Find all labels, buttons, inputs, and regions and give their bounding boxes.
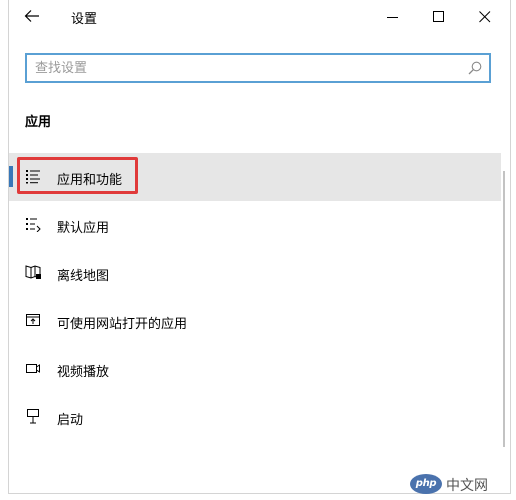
offline-maps-icon <box>25 265 41 279</box>
settings-nav-list: 应用和功能 默认应用 离线地图 可使用网站打开的应用 视频播放 启动 <box>9 153 501 441</box>
selection-indicator <box>9 166 13 187</box>
back-arrow-icon <box>24 10 39 22</box>
maximize-icon <box>433 11 444 22</box>
close-icon <box>479 11 491 23</box>
search-box[interactable] <box>25 53 491 83</box>
nav-item-label: 视频播放 <box>57 365 110 380</box>
nav-item-label: 启动 <box>57 413 84 428</box>
nav-item-startup[interactable]: 启动 <box>9 393 501 441</box>
nav-item-apps-features[interactable]: 应用和功能 <box>9 153 501 201</box>
nav-item-default-apps[interactable]: 默认应用 <box>9 201 501 249</box>
nav-item-label: 可使用网站打开的应用 <box>57 317 188 332</box>
search-input[interactable] <box>35 59 455 77</box>
maximize-button[interactable] <box>416 0 462 34</box>
search-icon[interactable] <box>468 61 482 75</box>
scrollbar-thumb[interactable] <box>503 171 505 447</box>
startup-icon <box>27 409 39 424</box>
highlight-annotation <box>17 157 138 194</box>
nav-item-apps-for-websites[interactable]: 可使用网站打开的应用 <box>9 297 501 345</box>
nav-item-offline-maps[interactable]: 离线地图 <box>9 249 501 297</box>
settings-window: 设置 应用 <box>8 0 511 494</box>
minimize-button[interactable] <box>370 0 416 34</box>
nav-item-label: 默认应用 <box>57 221 110 236</box>
back-button[interactable] <box>19 4 47 30</box>
default-apps-icon <box>26 218 41 232</box>
video-playback-icon <box>26 364 40 373</box>
nav-item-label: 离线地图 <box>57 269 110 284</box>
title-bar: 设置 <box>9 0 510 34</box>
close-button[interactable] <box>462 0 508 34</box>
window-title: 设置 <box>71 12 98 27</box>
apps-for-websites-icon <box>26 314 40 326</box>
section-heading: 应用 <box>25 115 52 130</box>
watermark-text: 中文网 <box>446 478 488 494</box>
scrollbar[interactable] <box>503 153 506 449</box>
watermark: php 中文网 <box>410 472 516 498</box>
nav-item-video-playback[interactable]: 视频播放 <box>9 345 501 393</box>
minimize-icon <box>387 17 398 18</box>
watermark-logo: php <box>410 474 442 494</box>
